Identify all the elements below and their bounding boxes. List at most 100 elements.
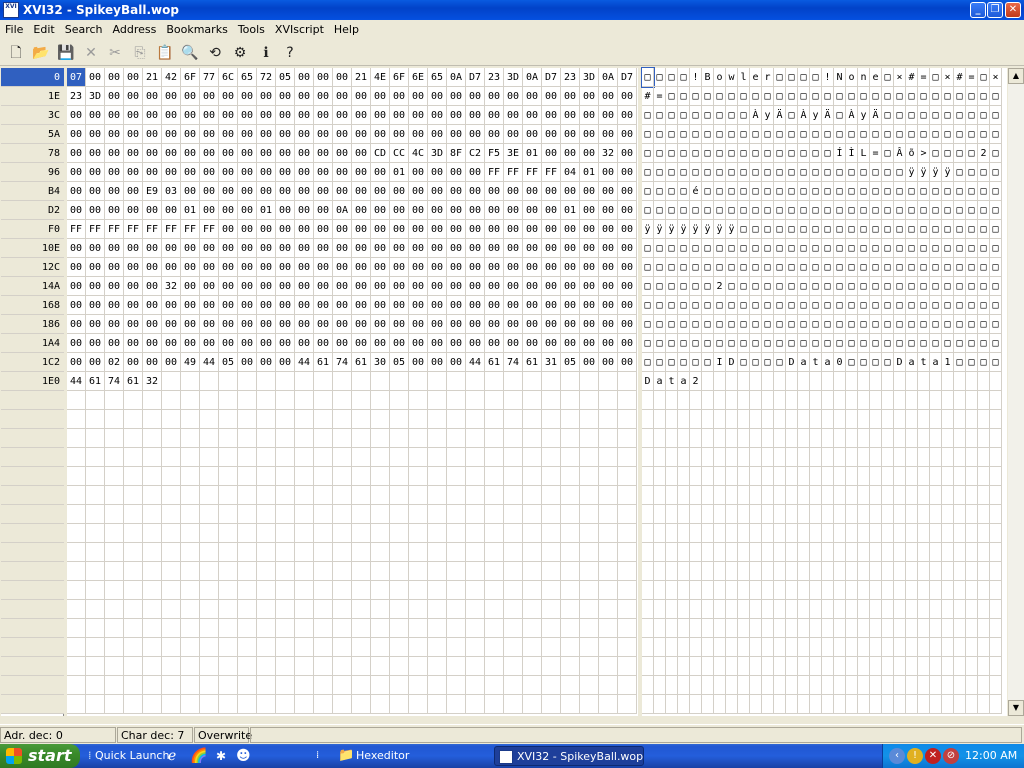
text-char-cell[interactable] xyxy=(954,619,966,638)
text-char-cell[interactable] xyxy=(654,524,666,543)
text-grid[interactable]: □ □ □ □! Bo w l e r □ □ □ □! No n e □ × # = □ × # = □ × # = □ □ □ □ □ □ □ □… xyxy=(641,67,1007,716)
text-char-cell[interactable]: □ xyxy=(870,125,882,144)
hex-byte-cell[interactable] xyxy=(67,410,86,429)
hex-byte-cell[interactable]: 00 xyxy=(143,144,162,163)
text-char-cell[interactable] xyxy=(798,676,810,695)
hex-byte-cell[interactable]: 00 xyxy=(523,277,542,296)
text-char-cell[interactable] xyxy=(858,676,870,695)
text-char-cell[interactable] xyxy=(726,486,738,505)
text-char-cell[interactable]: □ xyxy=(714,201,726,220)
hex-byte-cell[interactable] xyxy=(409,448,428,467)
hex-byte-cell[interactable] xyxy=(428,372,447,391)
text-char-cell[interactable] xyxy=(654,467,666,486)
text-char-cell[interactable] xyxy=(750,695,762,714)
text-char-cell[interactable] xyxy=(714,391,726,410)
hex-byte-cell[interactable] xyxy=(257,391,276,410)
hex-byte-cell[interactable] xyxy=(466,543,485,562)
hex-byte-cell[interactable]: 00 xyxy=(371,239,390,258)
text-char-cell[interactable] xyxy=(762,562,774,581)
hex-byte-cell[interactable] xyxy=(200,600,219,619)
hex-byte-cell[interactable] xyxy=(124,448,143,467)
hex-byte-cell[interactable]: 00 xyxy=(124,315,143,334)
hex-byte-cell[interactable] xyxy=(124,619,143,638)
text-char-cell[interactable] xyxy=(834,372,846,391)
text-char-cell[interactable] xyxy=(702,467,714,486)
hex-byte-cell[interactable]: 00 xyxy=(409,87,428,106)
text-char-cell[interactable] xyxy=(810,372,822,391)
hex-byte-cell[interactable] xyxy=(580,486,599,505)
hex-byte-cell[interactable]: 00 xyxy=(295,258,314,277)
hex-byte-cell[interactable] xyxy=(352,676,371,695)
ie-icon[interactable]: ℯ xyxy=(168,746,176,766)
text-char-cell[interactable]: □ xyxy=(810,182,822,201)
text-char-cell[interactable]: □ xyxy=(750,182,762,201)
text-char-cell[interactable] xyxy=(822,372,834,391)
hex-byte-cell[interactable]: 00 xyxy=(504,239,523,258)
hex-byte-cell[interactable] xyxy=(333,486,352,505)
text-char-cell[interactable] xyxy=(882,429,894,448)
hex-byte-cell[interactable] xyxy=(618,467,637,486)
text-char-cell[interactable]: □ xyxy=(750,239,762,258)
hex-byte-cell[interactable] xyxy=(162,410,181,429)
text-char-cell[interactable] xyxy=(894,638,906,657)
text-char-cell[interactable] xyxy=(654,543,666,562)
hex-byte-cell[interactable] xyxy=(352,695,371,714)
text-char-cell[interactable] xyxy=(666,638,678,657)
hex-byte-cell[interactable] xyxy=(257,600,276,619)
hex-grid[interactable]: 07 00 00 00 21 42 6F 77 6C 65 72 05 00 00 00 21 4E 6F 6E 65… xyxy=(67,68,638,716)
text-char-cell[interactable] xyxy=(750,543,762,562)
hex-byte-cell[interactable] xyxy=(200,467,219,486)
hex-byte-cell[interactable] xyxy=(124,505,143,524)
text-char-cell[interactable]: D xyxy=(726,353,738,372)
text-char-cell[interactable] xyxy=(966,657,978,676)
text-char-cell[interactable] xyxy=(738,486,750,505)
hex-byte-cell[interactable]: 00 xyxy=(504,334,523,353)
hex-byte-cell[interactable] xyxy=(580,448,599,467)
text-char-cell[interactable]: □ xyxy=(726,125,738,144)
text-char-cell[interactable] xyxy=(750,505,762,524)
hex-byte-cell[interactable] xyxy=(485,505,504,524)
text-char-cell[interactable] xyxy=(702,657,714,676)
hex-byte-cell[interactable] xyxy=(333,448,352,467)
text-char-cell[interactable]: 0 xyxy=(834,353,846,372)
hex-byte-cell[interactable] xyxy=(390,467,409,486)
hex-byte-cell[interactable] xyxy=(447,372,466,391)
hex-byte-cell[interactable]: 00 xyxy=(599,182,618,201)
text-char-cell[interactable] xyxy=(762,391,774,410)
hex-byte-cell[interactable] xyxy=(447,562,466,581)
hex-byte-cell[interactable]: 00 xyxy=(618,296,637,315)
text-char-cell[interactable]: □ xyxy=(870,258,882,277)
hex-byte-cell[interactable]: 00 xyxy=(105,277,124,296)
hex-byte-cell[interactable] xyxy=(409,581,428,600)
text-char-cell[interactable] xyxy=(954,372,966,391)
hex-byte-cell[interactable]: 00 xyxy=(124,106,143,125)
text-char-cell[interactable] xyxy=(930,619,942,638)
hex-byte-cell[interactable] xyxy=(542,467,561,486)
hex-byte-cell[interactable]: 00 xyxy=(67,296,86,315)
hex-byte-cell[interactable]: 00 xyxy=(523,125,542,144)
hex-byte-cell[interactable] xyxy=(599,657,618,676)
hex-byte-cell[interactable]: 00 xyxy=(466,258,485,277)
text-char-cell[interactable] xyxy=(702,543,714,562)
hex-byte-cell[interactable]: 21 xyxy=(143,68,162,87)
hex-byte-cell[interactable]: 74 xyxy=(333,353,352,372)
hex-byte-cell[interactable]: 00 xyxy=(333,182,352,201)
text-char-cell[interactable] xyxy=(870,467,882,486)
text-char-cell[interactable]: □ xyxy=(930,277,942,296)
hex-byte-cell[interactable]: 00 xyxy=(618,353,637,372)
security-shield-icon[interactable]: ! xyxy=(907,748,923,764)
text-char-cell[interactable]: □ xyxy=(870,220,882,239)
hex-byte-cell[interactable]: 00 xyxy=(542,315,561,334)
text-char-cell[interactable] xyxy=(822,410,834,429)
hex-byte-cell[interactable] xyxy=(390,429,409,448)
hex-byte-cell[interactable] xyxy=(352,448,371,467)
hex-byte-cell[interactable]: FF xyxy=(504,163,523,182)
hex-byte-cell[interactable]: 01 xyxy=(523,144,542,163)
text-char-cell[interactable] xyxy=(762,619,774,638)
text-char-cell[interactable]: □ xyxy=(678,353,690,372)
hex-byte-cell[interactable]: 00 xyxy=(295,144,314,163)
hex-byte-cell[interactable] xyxy=(409,562,428,581)
hex-byte-cell[interactable] xyxy=(124,581,143,600)
hex-byte-cell[interactable] xyxy=(143,543,162,562)
hex-byte-cell[interactable]: 00 xyxy=(504,87,523,106)
